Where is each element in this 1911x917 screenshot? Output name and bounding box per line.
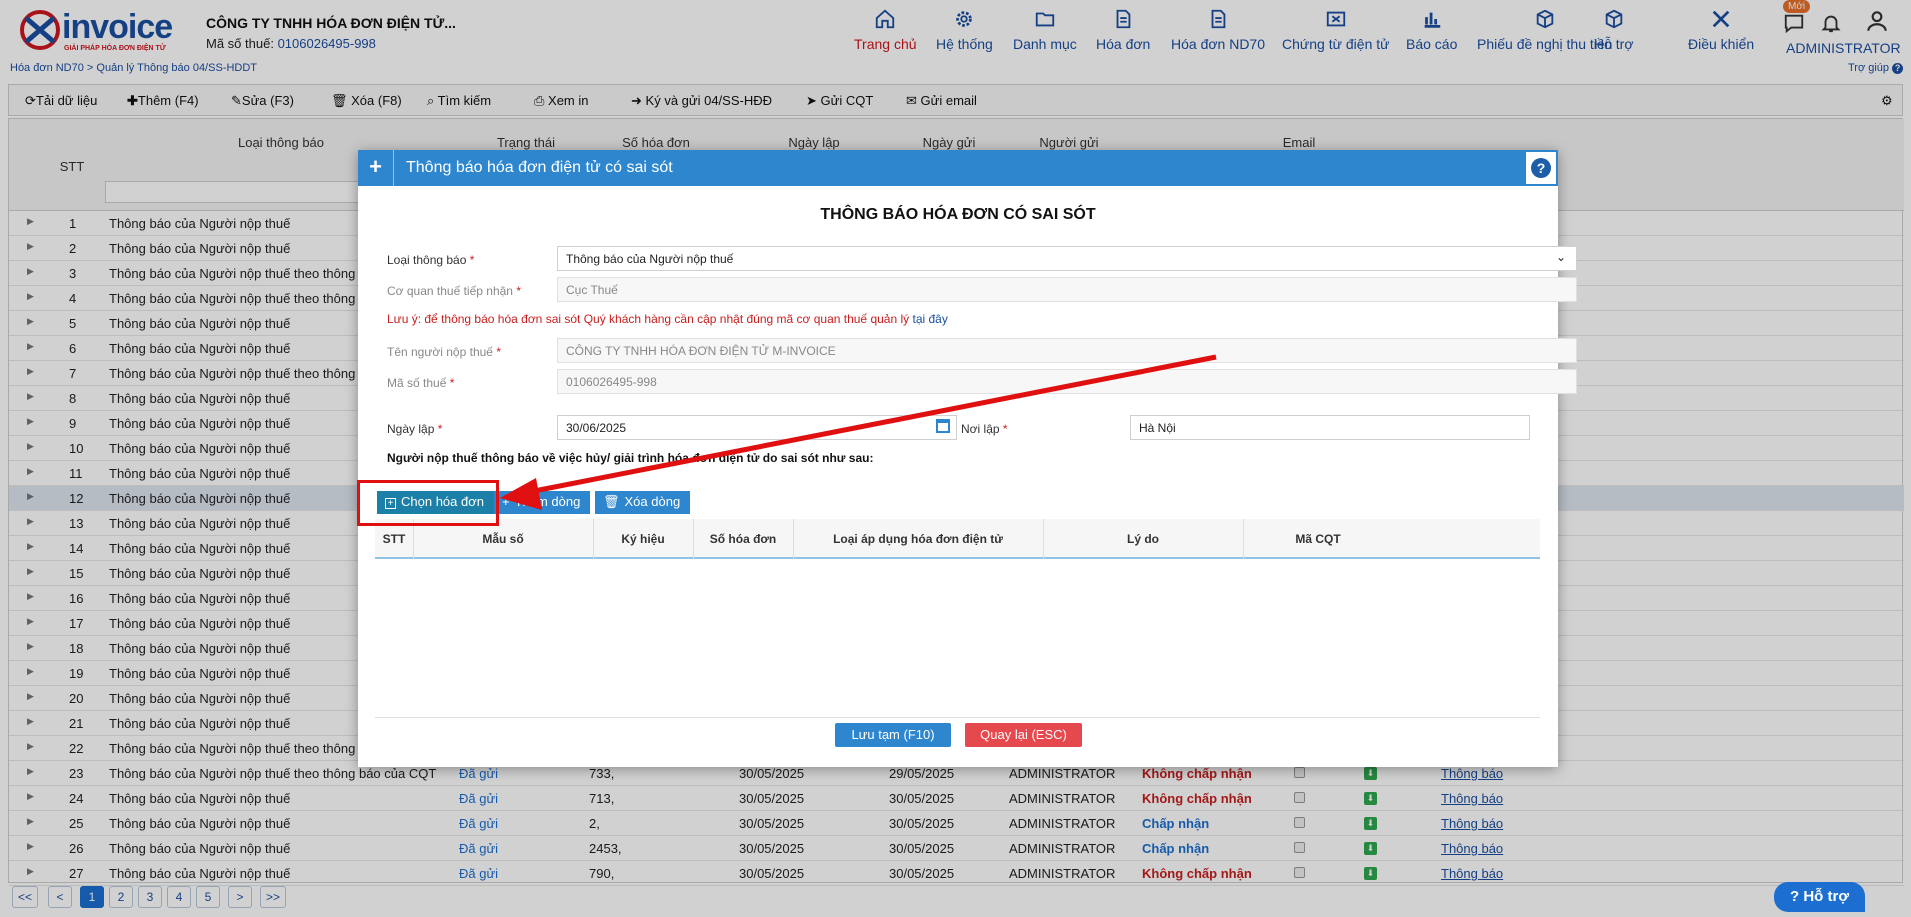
chevron-down-icon: ⌄ xyxy=(1555,250,1566,264)
tax-office-label-text: Cơ quan thuế tiếp nhận xyxy=(387,284,513,298)
col-symbol: Ký hiệu xyxy=(621,532,665,546)
dialog-paragraph: Người nộp thuế thông báo về việc hủy/ gi… xyxy=(387,451,874,465)
mst-label: Mã số thuế * xyxy=(387,376,454,390)
dialog-help-button[interactable]: ? xyxy=(1524,150,1558,186)
calendar-icon[interactable] xyxy=(936,419,950,433)
col-apply-type: Loại áp dụng hóa đơn điện tử xyxy=(833,532,1003,546)
save-draft-button[interactable]: Lưu tạm (F10) xyxy=(835,723,951,747)
mst-label-text: Mã số thuế xyxy=(387,376,447,390)
required-mark: * xyxy=(437,422,443,436)
back-button[interactable]: Quay lại (ESC) xyxy=(965,723,1082,747)
date-input[interactable]: 30/06/2025 xyxy=(557,415,957,440)
tax-office-input[interactable]: Cục Thuế xyxy=(557,277,1577,302)
type-select[interactable]: Thông báo của Người nộp thuế ⌄ xyxy=(557,246,1577,271)
date-label-text: Ngày lập xyxy=(387,422,435,436)
add-row-button[interactable]: + Thêm dòng xyxy=(494,491,591,514)
place-input[interactable]: Hà Nội xyxy=(1130,415,1530,440)
col-form: Mẫu số xyxy=(482,532,524,546)
invoice-table-header: STT Mẫu số Ký hiệu Số hóa đơn Loại áp dụ… xyxy=(375,519,1540,559)
tax-office-label: Cơ quan thuế tiếp nhận * xyxy=(387,284,521,298)
choose-invoice-label: Chọn hóa đơn xyxy=(401,494,484,509)
tax-office-note: Lưu ý: để thông báo hóa đơn sai sót Quý … xyxy=(387,312,948,326)
choose-invoice-button[interactable]: + Chọn hóa đơn xyxy=(377,491,494,514)
dialog-header-title: Thông báo hóa đơn điện tử có sai sót xyxy=(406,159,673,176)
delete-row-button[interactable]: 🗑 Xóa dòng xyxy=(595,491,691,514)
col-stt: STT xyxy=(382,532,406,546)
place-label-text: Nơi lập xyxy=(961,422,1000,436)
question-icon: ? xyxy=(1531,158,1551,178)
payer-label-text: Tên người nộp thuế xyxy=(387,345,493,359)
note-text: Lưu ý: để thông báo hóa đơn sai sót Quý … xyxy=(387,312,910,326)
delete-row-label: Xóa dòng xyxy=(624,494,681,509)
required-mark: * xyxy=(496,345,501,359)
col-invoice-number: Số hóa đơn xyxy=(709,532,777,546)
type-label: Loại thông báo * xyxy=(387,253,474,267)
note-link[interactable]: tại đây xyxy=(912,312,947,326)
date-value: 30/06/2025 xyxy=(566,421,627,435)
place-label: Nơi lập * xyxy=(961,422,1008,436)
question-icon: ? xyxy=(1789,888,1800,905)
type-label-text: Loại thông báo xyxy=(387,253,467,267)
add-row-label: Thêm dòng xyxy=(514,494,581,509)
col-reason: Lý do xyxy=(1127,532,1159,546)
plus-icon: + xyxy=(502,494,510,509)
type-select-value: Thông báo của Người nộp thuế xyxy=(566,252,734,266)
payer-label: Tên người nộp thuế * xyxy=(387,345,501,359)
required-mark: * xyxy=(469,253,475,267)
payer-input[interactable]: CÔNG TY TNHH HÓA ĐƠN ĐIỆN TỬ M-INVOICE xyxy=(557,338,1577,363)
date-label: Ngày lập * xyxy=(387,422,442,436)
error-notice-dialog: + Thông báo hóa đơn điện tử có sai sót ?… xyxy=(358,150,1577,767)
plus-icon: + xyxy=(358,150,394,186)
dialog-header: + Thông báo hóa đơn điện tử có sai sót ? xyxy=(358,150,1558,186)
support-button[interactable]: ? Hỗ trợ xyxy=(1774,882,1865,912)
required-mark: * xyxy=(449,376,455,390)
col-cqt-code: Mã CQT xyxy=(1295,532,1341,546)
app-root: invoice GIẢI PHÁP HÓA ĐƠN ĐIỆN TỬ CÔNG T… xyxy=(0,0,1911,917)
dialog-footer-divider xyxy=(375,717,1540,718)
dialog-title: THÔNG BÁO HÓA ĐƠN CÓ SAI SÓT xyxy=(820,206,1096,223)
required-mark: * xyxy=(516,284,521,298)
support-label: Hỗ trợ xyxy=(1803,888,1849,905)
trash-icon: 🗑 xyxy=(603,494,620,509)
required-mark: * xyxy=(1002,422,1008,436)
mst-input[interactable]: 0106026495-998 xyxy=(557,369,1577,394)
add-box-icon: + xyxy=(385,498,396,509)
